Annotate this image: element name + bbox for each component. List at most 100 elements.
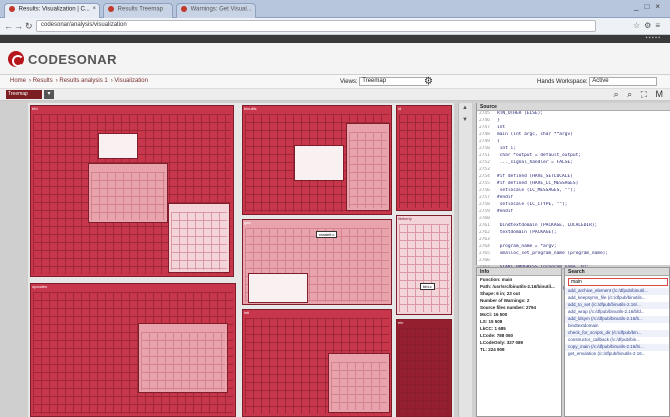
line-number: 2764 bbox=[479, 244, 490, 249]
treemap-tab-button[interactable]: Treemap bbox=[6, 90, 42, 99]
reload-icon[interactable]: ↻ bbox=[25, 21, 33, 32]
scroll-up-icon[interactable]: ▲ bbox=[462, 105, 468, 111]
line-number: 2747 bbox=[479, 125, 490, 130]
treemap-dropdown-icon[interactable]: ▾ bbox=[44, 90, 54, 99]
search-result-link[interactable]: add_keepsyms_file (/c:/dfpub/binutils... bbox=[565, 295, 669, 302]
code-text: program_name = *argv; bbox=[497, 244, 557, 249]
search-result-link[interactable]: copy_main (/c:/dfpub/binutils-2.16/bi... bbox=[565, 344, 669, 351]
search-result-link[interactable]: add_to_set (/c:/dfpub/binutils-2.16/... bbox=[565, 302, 669, 309]
code-line[interactable]: 2757 #endif bbox=[477, 195, 670, 202]
browser-tab[interactable]: Warnings: Get Visual... bbox=[176, 3, 256, 18]
browser-tab-active[interactable]: Results: Visualization | C... × bbox=[4, 3, 100, 18]
treemap-block[interactable] bbox=[294, 145, 344, 181]
code-line[interactable]: 2758 setlocale (LC_CTYPE, ""); bbox=[477, 202, 670, 209]
treemap-block[interactable]: ld bbox=[396, 105, 452, 211]
treemap-visualization[interactable]: bfd binutils ld gas readelf.c libiberty … bbox=[28, 103, 454, 417]
workspace-select[interactable]: Active bbox=[589, 77, 658, 86]
search-input[interactable] bbox=[568, 278, 668, 286]
treemap-cells bbox=[399, 224, 449, 312]
code-line[interactable]: 2763 bbox=[477, 237, 670, 244]
treemap-block-label: opcodes bbox=[32, 284, 48, 289]
search-result-link[interactable]: constructor_callback (/c:/dfpub/bin... bbox=[565, 337, 669, 344]
code-line[interactable]: 2762 textdomain (PACKAGE); bbox=[477, 230, 670, 237]
codesonar-logo-icon bbox=[8, 51, 24, 67]
code-line[interactable]: 2751 char *output = default_output; bbox=[477, 153, 670, 160]
breadcrumb-analysis[interactable]: Results analysis 1 bbox=[59, 78, 107, 84]
code-text: int bbox=[497, 125, 506, 130]
code-line[interactable]: 2766 bbox=[477, 258, 670, 265]
scroll-down-icon[interactable]: ▼ bbox=[462, 117, 468, 123]
treemap-block-label: libiberty bbox=[398, 216, 412, 221]
line-number: 2757 bbox=[479, 195, 490, 200]
code-text: int i; bbox=[497, 146, 516, 151]
code-line[interactable]: 2755 #if defined (HAVE_LC_MESSAGES) bbox=[477, 181, 670, 188]
code-text: { bbox=[497, 139, 500, 144]
treemap-block[interactable]: libiberty bbox=[396, 215, 452, 315]
treemap-block[interactable] bbox=[346, 123, 390, 211]
code-line[interactable]: 2746} bbox=[477, 118, 670, 125]
browser-tab[interactable]: Results Treemap bbox=[103, 3, 173, 18]
treemap-block[interactable] bbox=[248, 273, 308, 303]
code-line[interactable]: 2765 xmalloc_set_program_name (program_n… bbox=[477, 251, 670, 258]
code-line[interactable]: 2756 setlocale (LC_MESSAGES, ""); bbox=[477, 188, 670, 195]
zoom-controls-icon[interactable]: ⌕ ⌕ ⛶ M bbox=[614, 89, 666, 100]
code-text: RTN_OTHER (ELSE); bbox=[497, 111, 544, 116]
treemap-cells bbox=[91, 172, 165, 220]
treemap-block[interactable]: etc bbox=[396, 319, 452, 417]
treemap-block[interactable] bbox=[168, 203, 230, 273]
search-result-link[interactable]: get_emulation (/c:/dfpub/binutils-2.16..… bbox=[565, 351, 669, 358]
code-line[interactable]: 2747 int bbox=[477, 125, 670, 132]
forward-icon[interactable]: → bbox=[14, 21, 23, 31]
window-controls[interactable]: _□× bbox=[634, 2, 666, 11]
code-line[interactable]: 2764 program_name = *argv; bbox=[477, 244, 670, 251]
line-number: 2765 bbox=[479, 251, 490, 256]
line-number: 2758 bbox=[479, 202, 490, 207]
search-result-link[interactable]: add_archive_element (/c:/dfpub/binutil..… bbox=[565, 288, 669, 295]
breadcrumb-home[interactable]: Home bbox=[10, 78, 26, 84]
code-line[interactable]: 2761 bindtextdomain (PACKAGE, LOCALEDIR)… bbox=[477, 223, 670, 230]
code-line[interactable]: 2745 RTN_OTHER (ELSE); bbox=[477, 111, 670, 118]
code-line[interactable]: 2749 { bbox=[477, 139, 670, 146]
code-line[interactable]: 2754 #if defined (HAVE_SETLOCALE) bbox=[477, 174, 670, 181]
code-line[interactable]: 2759 #endif bbox=[477, 209, 670, 216]
back-icon[interactable]: ← bbox=[4, 21, 13, 31]
code-line[interactable]: 2760 bbox=[477, 216, 670, 223]
treemap-cells bbox=[171, 212, 227, 270]
search-result-link[interactable]: add_wrap (/c:/dfpub/binutils-2.16/bfd... bbox=[565, 309, 669, 316]
views-select[interactable]: Treemap bbox=[359, 77, 430, 86]
code-text: setlocale (LC_CTYPE, ""); bbox=[497, 202, 568, 207]
source-panel-title: Source bbox=[477, 103, 670, 111]
code-line[interactable]: 2750 int i; bbox=[477, 146, 670, 153]
tab-label: Warnings: Get Visual... bbox=[190, 6, 252, 13]
line-number: 2745 bbox=[479, 111, 490, 116]
gear-icon[interactable]: ⚙ bbox=[424, 76, 433, 87]
line-number: 2749 bbox=[479, 139, 490, 144]
browser-menu-icons[interactable]: ☆⚙≡ bbox=[633, 21, 664, 30]
treemap-block[interactable] bbox=[328, 353, 390, 413]
line-number: 2756 bbox=[479, 188, 490, 193]
code-line[interactable]: 2752 ..._signal_handler = FALSE; bbox=[477, 160, 670, 167]
top-links-icon[interactable]: ▪ ▪ ▪ ▪ ▪ bbox=[646, 35, 660, 41]
search-result-link[interactable]: check_for_scripts_dir (/c:/dfpub/bin... bbox=[565, 330, 669, 337]
workspace-control: Hands Workspace: Active bbox=[537, 77, 658, 86]
codesonar-favicon-icon bbox=[181, 6, 187, 12]
app-logo-text: CODESONAR bbox=[28, 52, 118, 67]
search-result-link[interactable]: bindtextdomain bbox=[565, 323, 669, 330]
code-line[interactable]: 2748 main (int argc, char **argv) bbox=[477, 132, 670, 139]
treemap-cells bbox=[399, 328, 449, 414]
treemap-block[interactable] bbox=[88, 163, 168, 223]
search-results: add_archive_element (/c:/dfpub/binutil..… bbox=[565, 288, 669, 358]
treemap-block-label: ld bbox=[398, 106, 402, 111]
tool-row: Treemap ▾ ⌕ ⌕ ⛶ M bbox=[0, 89, 670, 101]
close-tab-icon[interactable]: × bbox=[92, 6, 96, 12]
breadcrumb-results[interactable]: Results bbox=[33, 78, 53, 84]
treemap-block[interactable] bbox=[98, 133, 138, 159]
code-line[interactable]: 2753 bbox=[477, 167, 670, 174]
line-number: 2762 bbox=[479, 230, 490, 235]
search-result-link[interactable]: add_ldsym (/c:/dfpub/binutils-2.16/b... bbox=[565, 316, 669, 323]
treemap-block[interactable] bbox=[138, 323, 228, 393]
line-number: 2748 bbox=[479, 132, 490, 137]
url-input[interactable]: codesonar/analysis/visualization bbox=[36, 20, 596, 32]
treemap-block-label: gas bbox=[244, 220, 251, 225]
treemap-scrollbar[interactable]: ▲ ▼ bbox=[458, 103, 472, 417]
